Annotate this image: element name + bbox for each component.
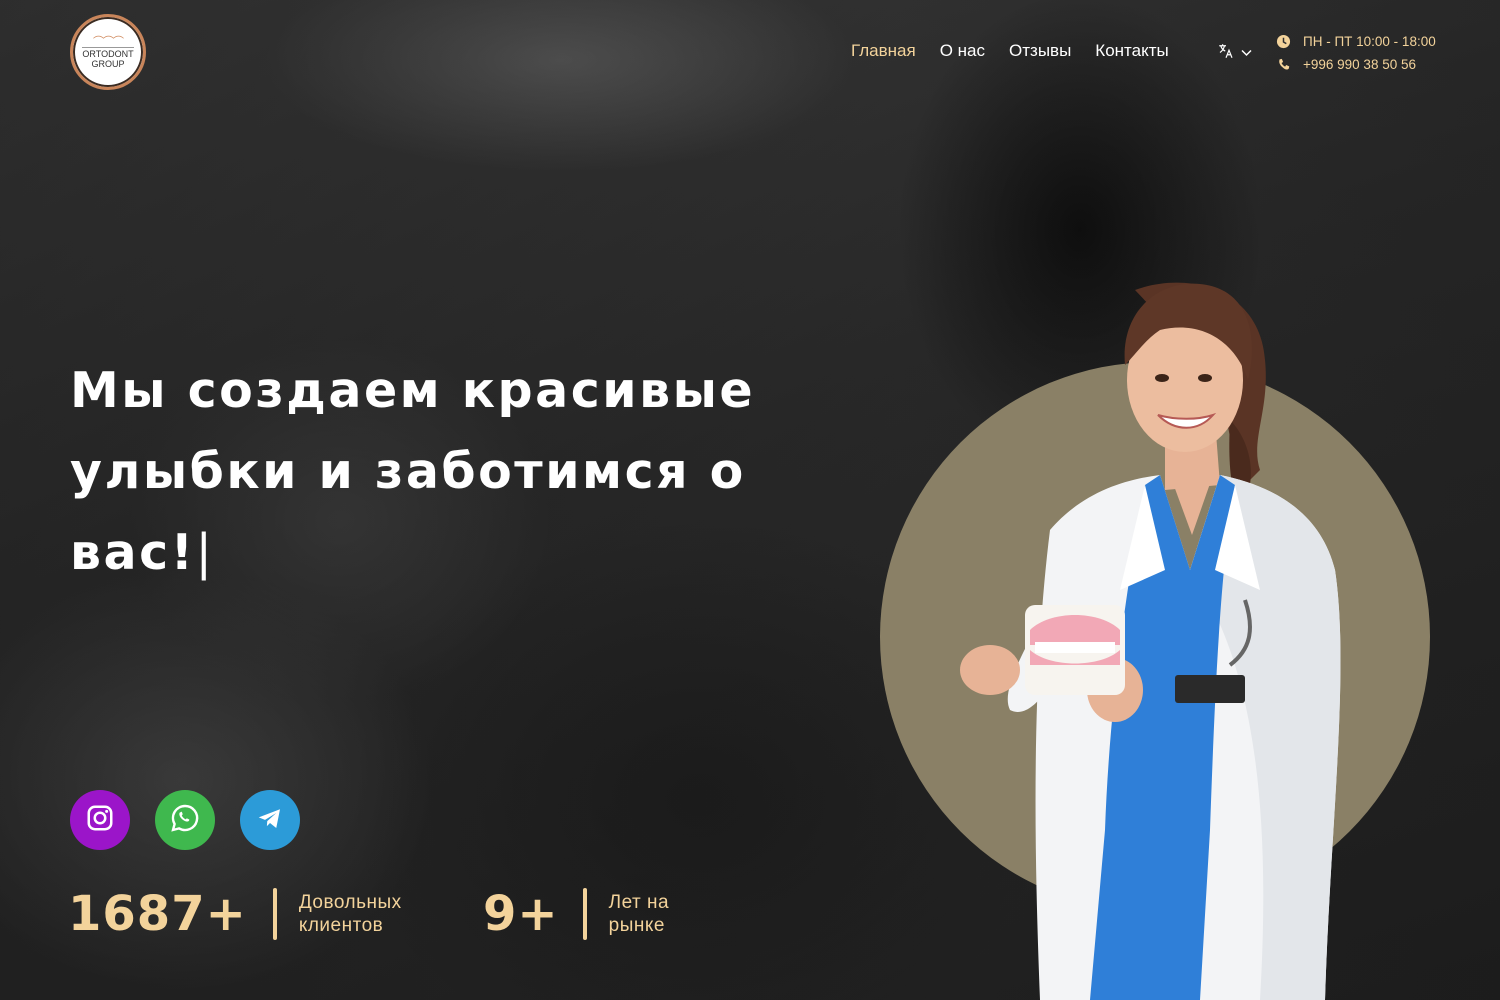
- headline-line2: улыбки и заботимся о: [70, 443, 746, 500]
- hero-headline: Мы создаем красивые улыбки и заботимся о…: [70, 350, 810, 593]
- clock-icon: [1276, 34, 1291, 49]
- whatsapp-icon: [169, 802, 201, 838]
- whatsapp-button[interactable]: [155, 790, 215, 850]
- logo-text-line2: GROUP: [91, 58, 125, 69]
- headline-line1: Мы создаем красивые: [70, 362, 756, 419]
- translate-icon: [1217, 42, 1235, 64]
- stat-clients-value: 1687+: [68, 886, 247, 942]
- stat-years-label: Лет на рынке: [609, 891, 669, 937]
- stat-clients-label: Довольных клиентов: [299, 891, 402, 937]
- logo[interactable]: ⌒⌒⌒ ORTODONT GROUP: [70, 14, 146, 90]
- stat-years-value: 9+: [483, 886, 559, 942]
- stat-clients-label-line1: Довольных: [298, 892, 402, 913]
- working-hours: ПН - ПТ 10:00 - 18:00: [1276, 30, 1436, 53]
- nav-item-home[interactable]: Главная: [851, 41, 916, 61]
- instagram-icon: [85, 803, 115, 837]
- instagram-button[interactable]: [70, 790, 130, 850]
- language-switcher[interactable]: [1217, 42, 1252, 64]
- logo-teeth-icon: ⌒⌒⌒: [93, 34, 124, 48]
- telegram-button[interactable]: [240, 790, 300, 850]
- nav-item-about[interactable]: О нас: [940, 41, 985, 61]
- headline-line3: вас!: [70, 524, 196, 581]
- stat-years: 9+ Лет на рынке: [483, 886, 669, 942]
- stat-divider: [582, 888, 587, 940]
- stat-clients-label-line2: клиентов: [298, 915, 384, 936]
- chevron-down-icon: [1241, 47, 1252, 60]
- stat-divider: [272, 888, 277, 940]
- nav-item-contacts[interactable]: Контакты: [1095, 41, 1168, 61]
- header-contacts: ПН - ПТ 10:00 - 18:00 +996 990 38 50 56: [1276, 30, 1436, 76]
- phone-icon: [1276, 57, 1291, 72]
- typing-cursor: |: [195, 524, 215, 581]
- nav-item-reviews[interactable]: Отзывы: [1009, 41, 1071, 61]
- phone[interactable]: +996 990 38 50 56: [1276, 53, 1436, 76]
- stat-years-label-line2: рынке: [608, 915, 665, 936]
- stat-clients: 1687+ Довольных клиентов: [68, 886, 402, 942]
- doctor-photo: [960, 282, 1341, 1000]
- main-nav: Главная О нас Отзывы Контакты: [851, 41, 1169, 61]
- social-links: [70, 790, 300, 850]
- telegram-icon: [255, 803, 285, 837]
- phone-text[interactable]: +996 990 38 50 56: [1303, 57, 1416, 72]
- stat-years-label-line1: Лет на: [608, 892, 670, 913]
- working-hours-text: ПН - ПТ 10:00 - 18:00: [1303, 34, 1436, 49]
- logo-text-line1: ORTODONT: [82, 46, 134, 59]
